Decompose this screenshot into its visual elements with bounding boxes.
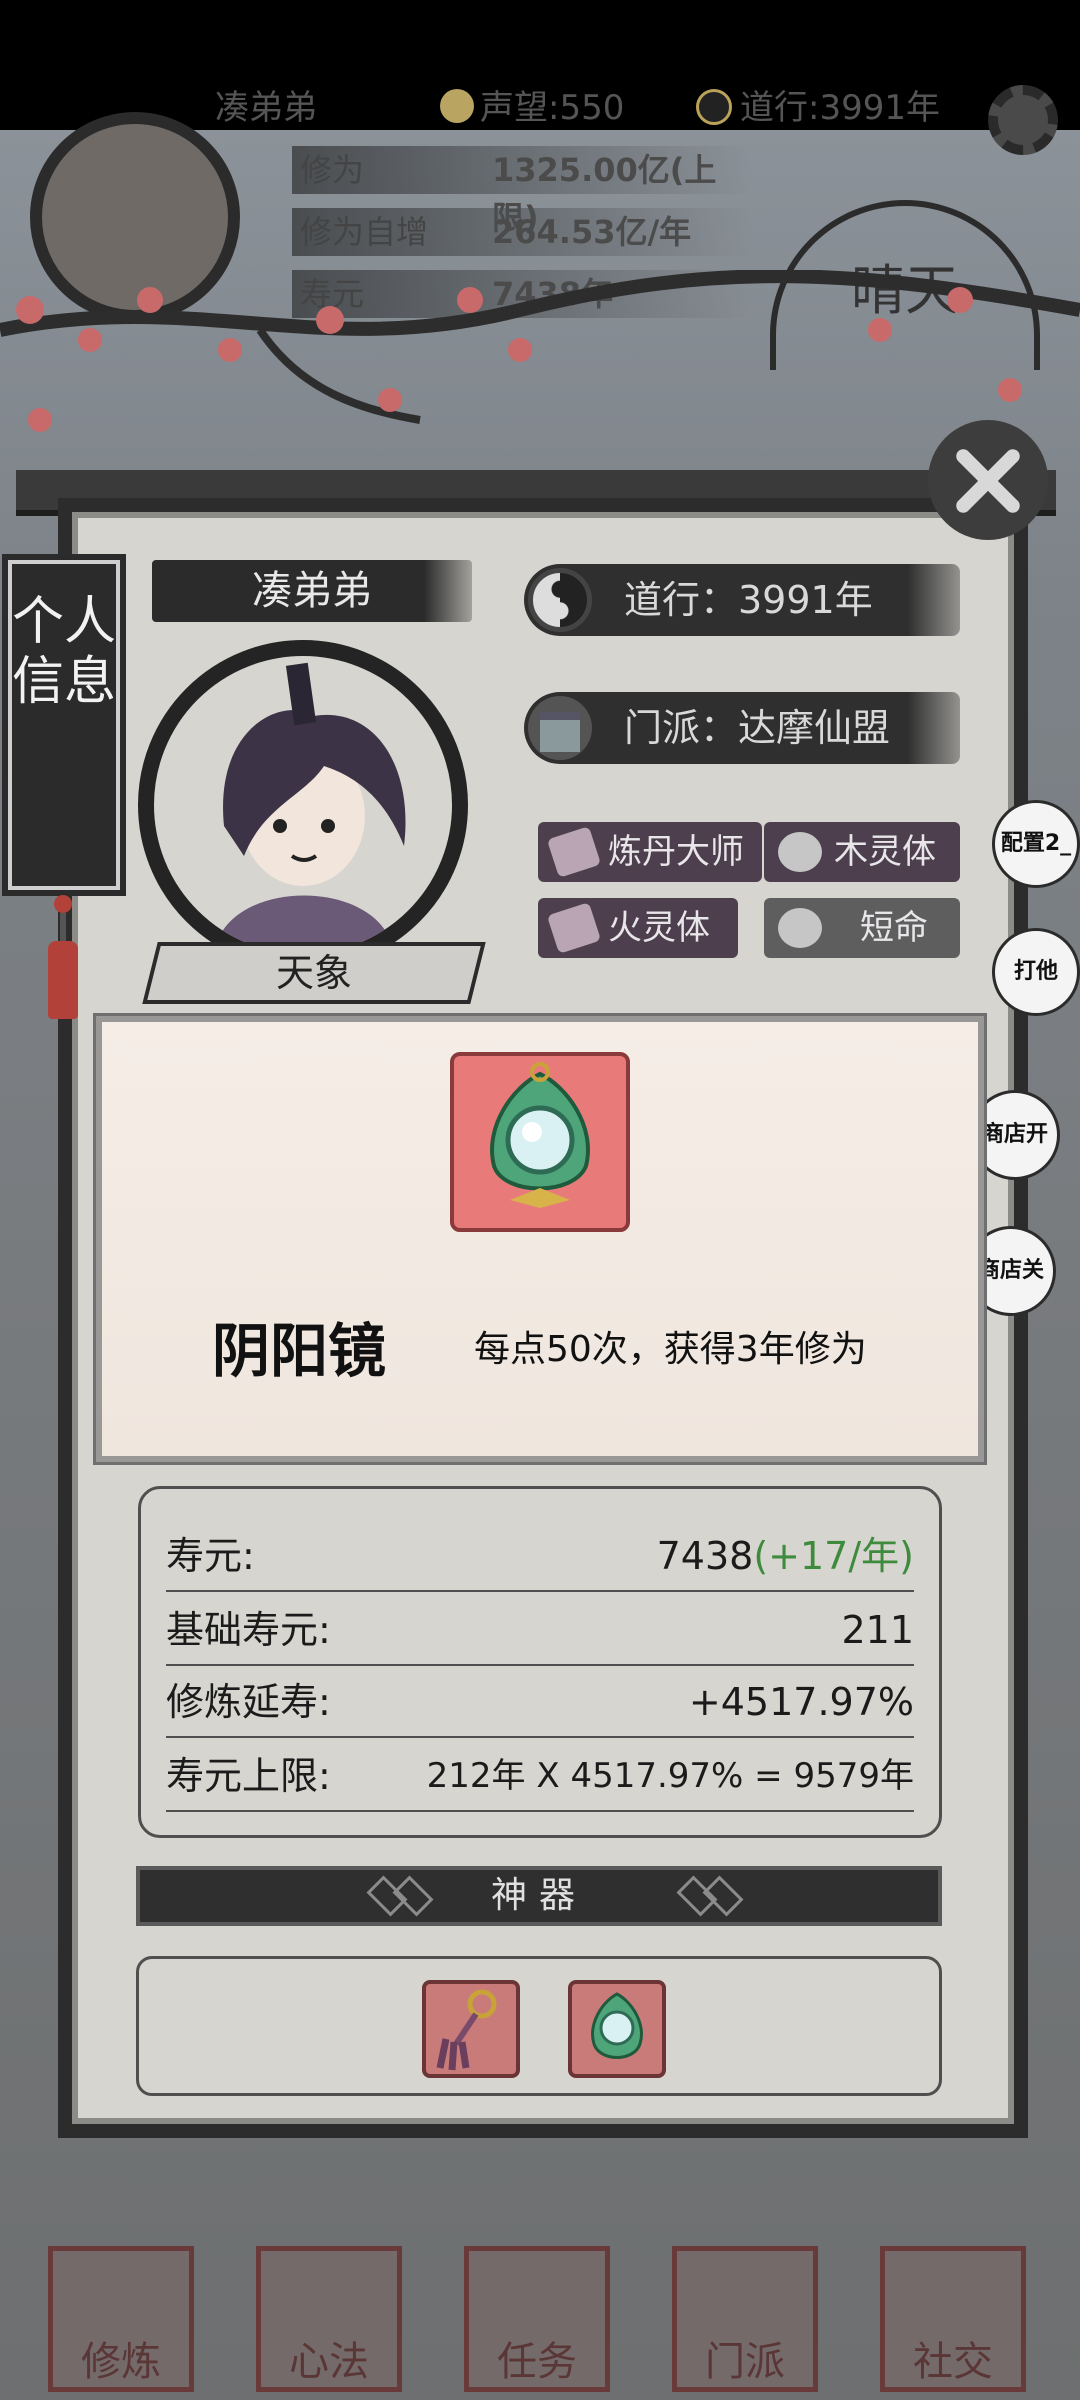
hud-row-label: 修为 <box>300 151 365 189</box>
tassel-charm-icon[interactable] <box>422 1980 520 2078</box>
nav-social[interactable]: 社交 <box>880 2246 1026 2392</box>
trait-label: 木灵体 <box>834 832 936 872</box>
attack-button[interactable]: 打他 <box>992 928 1080 1016</box>
stat-label: 寿元上限: <box>166 1754 331 1798</box>
hud-row-label: 修为自增 <box>300 213 429 251</box>
yin-yang-icon <box>528 568 592 632</box>
scroll-icon <box>546 826 602 878</box>
artifact-header: 神器 <box>136 1866 942 1926</box>
stat-value: +4517.97% <box>688 1680 914 1724</box>
daoxing-label: 道行:3991年 <box>740 88 940 128</box>
mirror-pendant-icon <box>450 1052 630 1232</box>
lifespan-number: 7438 <box>656 1534 754 1578</box>
scroll-icon <box>546 902 602 954</box>
hud-row-value: 264.53亿/年 <box>492 213 692 251</box>
character-illustration <box>214 662 406 954</box>
trait-badge[interactable]: 火灵体 <box>538 898 738 958</box>
reputation-label: 声望:550 <box>480 88 625 128</box>
item-name: 阴阳镜 <box>212 1317 387 1385</box>
trait-badge[interactable]: 短命 <box>764 898 960 958</box>
nav-method[interactable]: 心法 <box>256 2246 402 2392</box>
tab-personal-info[interactable]: 个人信息 <box>2 554 126 896</box>
trait-label: 炼丹大师 <box>608 832 744 872</box>
sect-hall-icon <box>528 696 592 760</box>
realm-title-label: 天象 <box>275 951 352 995</box>
lifespan-gain: (+17/年) <box>753 1534 914 1578</box>
nav-sect[interactable]: 门派 <box>672 2246 818 2392</box>
hud-row-cultivation: 修为1325.00亿(上限) <box>292 146 752 237</box>
nav-tasks[interactable]: 任务 <box>464 2246 610 2392</box>
trait-label: 火灵体 <box>608 908 710 948</box>
realm-title: 天象 <box>142 942 486 1004</box>
artifact-slots <box>136 1956 942 2096</box>
trait-badge[interactable]: 炼丹大师 <box>538 822 762 882</box>
mirror-pendant-icon[interactable] <box>568 1980 666 2078</box>
sect-value: 门派：达摩仙盟 <box>624 706 891 750</box>
coin-icon <box>440 89 474 123</box>
stat-row-cultivation-bonus: 修炼延寿: +4517.97% <box>166 1666 914 1738</box>
taiji-icon <box>696 89 732 125</box>
daoxing-value: 道行：3991年 <box>624 578 873 622</box>
stat-label: 基础寿元: <box>166 1608 331 1652</box>
character-portrait <box>138 640 468 970</box>
stat-value: 212年 X 4517.97% = 9579年 <box>426 1756 914 1796</box>
trait-badge[interactable]: 木灵体 <box>764 822 960 882</box>
daoxing-stat: 道行:3991年 <box>696 80 940 129</box>
hud-row-growth: 修为自增 264.53亿/年 <box>292 208 752 256</box>
config-button[interactable]: 配置2_ <box>992 800 1080 888</box>
sect-bar: 门派：达摩仙盟 <box>524 692 960 764</box>
diamond-ornament-icon <box>702 1875 744 1917</box>
artifact-header-label: 神器 <box>490 1875 587 1916</box>
stat-value: 211 <box>841 1608 914 1652</box>
item-description: 每点50次，获得3年修为 <box>474 1329 867 1370</box>
daoxing-bar: 道行：3991年 <box>524 564 960 636</box>
reputation-stat: 声望:550 <box>440 80 624 129</box>
fist-icon <box>778 908 822 948</box>
fist-icon <box>778 832 822 872</box>
blossom-branch <box>0 270 1080 432</box>
player-name: 凑弟弟 <box>152 560 472 622</box>
stat-label: 修炼延寿: <box>166 1680 331 1724</box>
tassel-decoration <box>48 895 78 1025</box>
stat-label: 寿元: <box>166 1534 255 1578</box>
stat-row-base-lifespan: 基础寿元: 211 <box>166 1594 914 1666</box>
stat-value: 7438(+17/年) <box>657 1520 914 1592</box>
top-player-name: 凑弟弟 <box>215 88 317 128</box>
diamond-ornament-icon <box>392 1875 434 1917</box>
stat-row-lifespan-cap: 寿元上限: 212年 X 4517.97% = 9579年 <box>166 1740 914 1812</box>
nav-cultivate[interactable]: 修炼 <box>48 2246 194 2392</box>
gear-icon[interactable] <box>988 85 1058 155</box>
stat-row-lifespan: 寿元: 7438(+17/年) <box>166 1520 914 1592</box>
close-button[interactable] <box>928 420 1048 540</box>
trait-label: 短命 <box>860 908 928 948</box>
